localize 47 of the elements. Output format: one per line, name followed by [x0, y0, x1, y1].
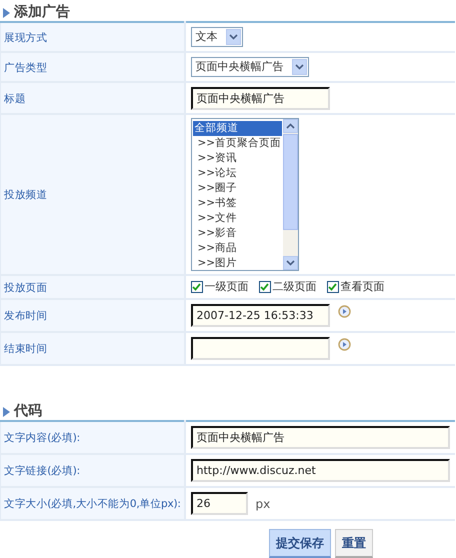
field-label: 展现方式 [4, 32, 48, 44]
input-field[interactable] [190, 337, 330, 360]
list-option[interactable]: 全部频道 [192, 121, 282, 136]
list-option[interactable]: >>图片 [192, 256, 282, 270]
field-label: 标题 [4, 92, 26, 105]
caret-icon [228, 34, 238, 40]
caret-icon [286, 260, 294, 266]
list-option[interactable]: >>商品 [192, 241, 282, 256]
field-label: 广告类型 [4, 62, 48, 74]
field-label: 投放频道 [4, 189, 48, 202]
submit-button[interactable]: 提交保存 [269, 529, 331, 558]
field-label: 发布时间 [4, 310, 48, 322]
input-field[interactable]: 26 [190, 492, 248, 515]
checkbox-label: 二级页面 [272, 278, 316, 295]
list-option[interactable]: >>书签 [192, 196, 282, 211]
select-field[interactable]: 页面中央横幅广告 [190, 57, 308, 78]
list-option[interactable]: >>论坛 [192, 166, 282, 181]
checkbox[interactable] [326, 281, 338, 293]
triangle-icon [3, 8, 10, 18]
field-label: 文字大小(必填,大小不能为0,单位px): [4, 498, 181, 510]
caret-icon [286, 123, 294, 129]
checkbox[interactable] [190, 281, 202, 293]
input-field[interactable]: http://www.discuz.net [190, 459, 450, 482]
reset-button[interactable]: 重置 [335, 529, 373, 558]
field-label: 文字链接(必填): [4, 465, 80, 478]
scrollbar[interactable] [282, 119, 298, 270]
list-option[interactable]: >>影音 [192, 226, 282, 241]
list-option[interactable]: >>文件 [192, 211, 282, 226]
select-field[interactable]: 文本 [190, 27, 242, 48]
field-label: 投放页面 [4, 282, 48, 294]
unit-label: px [256, 496, 270, 512]
checkbox[interactable] [258, 281, 270, 293]
input-field[interactable]: 页面中央横幅广告 [190, 86, 330, 110]
section-title: 代码 [14, 403, 42, 420]
checkbox-label: 查看页面 [340, 278, 384, 295]
list-option[interactable]: >>首页聚合页面 [192, 136, 282, 151]
caret-icon [294, 64, 304, 70]
channel-listbox[interactable]: 全部频道 >>首页聚合页面 >>资讯 >>论坛 >>圈子 >>书签 >>文件 >>影音 >>商品 >>图片 [190, 118, 298, 271]
field-label: 文字内容(必填): [4, 432, 80, 444]
field-label: 结束时间 [4, 343, 48, 356]
input-field[interactable]: 页面中央横幅广告 [190, 426, 450, 449]
input-field[interactable]: 2007-12-25 16:53:33 [190, 304, 330, 327]
checkbox-label: 一级页面 [204, 278, 248, 295]
section-title: 添加广告 [14, 4, 70, 21]
list-option[interactable]: >>圈子 [192, 181, 282, 196]
triangle-icon [3, 406, 10, 416]
list-option[interactable]: >>资讯 [192, 151, 282, 166]
